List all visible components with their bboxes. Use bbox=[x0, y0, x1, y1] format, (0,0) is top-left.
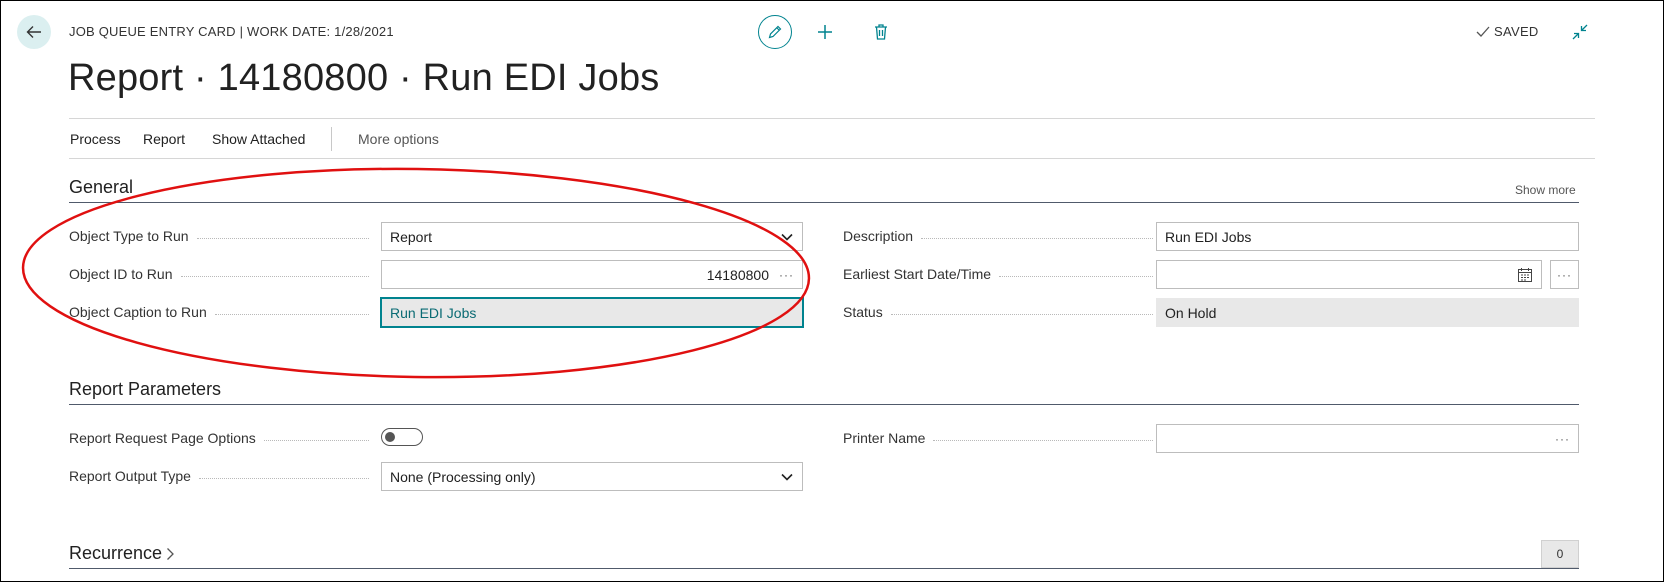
page-title: Report · 14180800 · Run EDI Jobs bbox=[68, 57, 660, 99]
leader-dots bbox=[921, 237, 1153, 239]
object-type-label-text: Object Type to Run bbox=[69, 228, 189, 244]
section-report-parameters-divider bbox=[69, 404, 1579, 405]
request-page-label-text: Report Request Page Options bbox=[69, 430, 256, 446]
chevron-down-icon bbox=[780, 230, 794, 244]
leader-dots bbox=[263, 439, 369, 441]
save-status-label: SAVED bbox=[1494, 24, 1539, 39]
section-report-parameters-title[interactable]: Report Parameters bbox=[69, 379, 221, 400]
object-caption-label: Object Caption to Run bbox=[69, 304, 369, 320]
chevron-down-icon bbox=[780, 470, 794, 484]
action-separator bbox=[331, 127, 332, 151]
trash-icon bbox=[875, 24, 887, 40]
output-type-value: None (Processing only) bbox=[390, 468, 536, 485]
description-field[interactable]: Run EDI Jobs bbox=[1156, 222, 1579, 251]
object-id-field[interactable]: 14180800 ··· bbox=[381, 260, 803, 289]
object-caption-value: Run EDI Jobs bbox=[390, 304, 477, 321]
title-divider bbox=[69, 118, 1595, 119]
object-caption-field[interactable]: Run EDI Jobs bbox=[380, 297, 804, 328]
leader-dots bbox=[214, 313, 369, 315]
check-icon bbox=[1476, 26, 1490, 37]
action-more-options[interactable]: More options bbox=[358, 131, 439, 147]
status-label: Status bbox=[843, 304, 1153, 320]
object-type-value: Report bbox=[390, 228, 433, 245]
object-id-value: 14180800 bbox=[706, 266, 769, 283]
printer-name-label-text: Printer Name bbox=[843, 430, 926, 446]
object-id-label-text: Object ID to Run bbox=[69, 266, 173, 282]
printer-lookup-button[interactable]: ··· bbox=[1555, 432, 1570, 446]
section-general-divider bbox=[69, 202, 1579, 203]
back-button[interactable] bbox=[17, 15, 51, 49]
status-value: On Hold bbox=[1165, 304, 1217, 321]
action-bar-divider bbox=[69, 158, 1595, 159]
leader-dots bbox=[198, 477, 369, 479]
object-type-select[interactable]: Report bbox=[381, 222, 803, 251]
leader-dots bbox=[196, 237, 369, 239]
action-process[interactable]: Process bbox=[70, 131, 121, 147]
status-field: On Hold bbox=[1156, 298, 1579, 327]
object-caption-label-text: Object Caption to Run bbox=[69, 304, 207, 320]
printer-name-label: Printer Name bbox=[843, 430, 1153, 446]
request-page-toggle[interactable] bbox=[381, 428, 423, 446]
earliest-start-more-button[interactable]: ··· bbox=[1550, 260, 1579, 289]
save-status: SAVED bbox=[1476, 24, 1539, 39]
action-report[interactable]: Report bbox=[143, 131, 185, 147]
plus-icon bbox=[818, 25, 832, 39]
leader-dots bbox=[180, 275, 369, 277]
chevron-right-icon bbox=[167, 547, 174, 560]
show-more-link[interactable]: Show more bbox=[1515, 183, 1576, 197]
status-label-text: Status bbox=[843, 304, 883, 320]
calendar-icon[interactable] bbox=[1517, 267, 1533, 283]
section-recurrence-divider bbox=[69, 568, 1579, 569]
printer-name-field[interactable]: ··· bbox=[1156, 424, 1579, 453]
toggle-knob bbox=[385, 432, 395, 442]
description-label: Description bbox=[843, 228, 1153, 244]
action-show-attached[interactable]: Show Attached bbox=[212, 131, 305, 147]
back-arrow-icon bbox=[26, 26, 41, 38]
delete-button[interactable] bbox=[868, 19, 894, 45]
earliest-start-label: Earliest Start Date/Time bbox=[843, 266, 1153, 282]
leader-dots bbox=[999, 275, 1153, 277]
object-type-label: Object Type to Run bbox=[69, 228, 369, 244]
breadcrumb: JOB QUEUE ENTRY CARD | WORK DATE: 1/28/2… bbox=[69, 24, 394, 39]
output-type-select[interactable]: None (Processing only) bbox=[381, 462, 803, 491]
ellipsis-icon: ··· bbox=[1557, 267, 1572, 282]
collapse-button[interactable] bbox=[1569, 21, 1591, 43]
add-button[interactable] bbox=[812, 19, 838, 45]
request-page-label: Report Request Page Options bbox=[69, 430, 369, 446]
section-general-title[interactable]: General bbox=[69, 177, 133, 198]
earliest-start-field[interactable] bbox=[1156, 260, 1542, 289]
earliest-start-label-text: Earliest Start Date/Time bbox=[843, 266, 992, 282]
recurrence-count-badge: 0 bbox=[1541, 540, 1579, 568]
object-id-lookup-button[interactable]: ··· bbox=[779, 268, 794, 282]
leader-dots bbox=[890, 313, 1153, 315]
output-type-label-text: Report Output Type bbox=[69, 468, 191, 484]
description-value: Run EDI Jobs bbox=[1165, 228, 1252, 245]
object-id-label: Object ID to Run bbox=[69, 266, 369, 282]
section-recurrence-label: Recurrence bbox=[69, 543, 163, 563]
pencil-icon bbox=[768, 25, 782, 39]
output-type-label: Report Output Type bbox=[69, 468, 369, 484]
edit-button[interactable] bbox=[758, 15, 792, 49]
collapse-icon bbox=[1572, 24, 1588, 40]
section-recurrence-title[interactable]: Recurrence bbox=[69, 543, 175, 564]
job-queue-entry-card: JOB QUEUE ENTRY CARD | WORK DATE: 1/28/2… bbox=[0, 0, 1664, 582]
description-label-text: Description bbox=[843, 228, 914, 244]
leader-dots bbox=[933, 439, 1153, 441]
